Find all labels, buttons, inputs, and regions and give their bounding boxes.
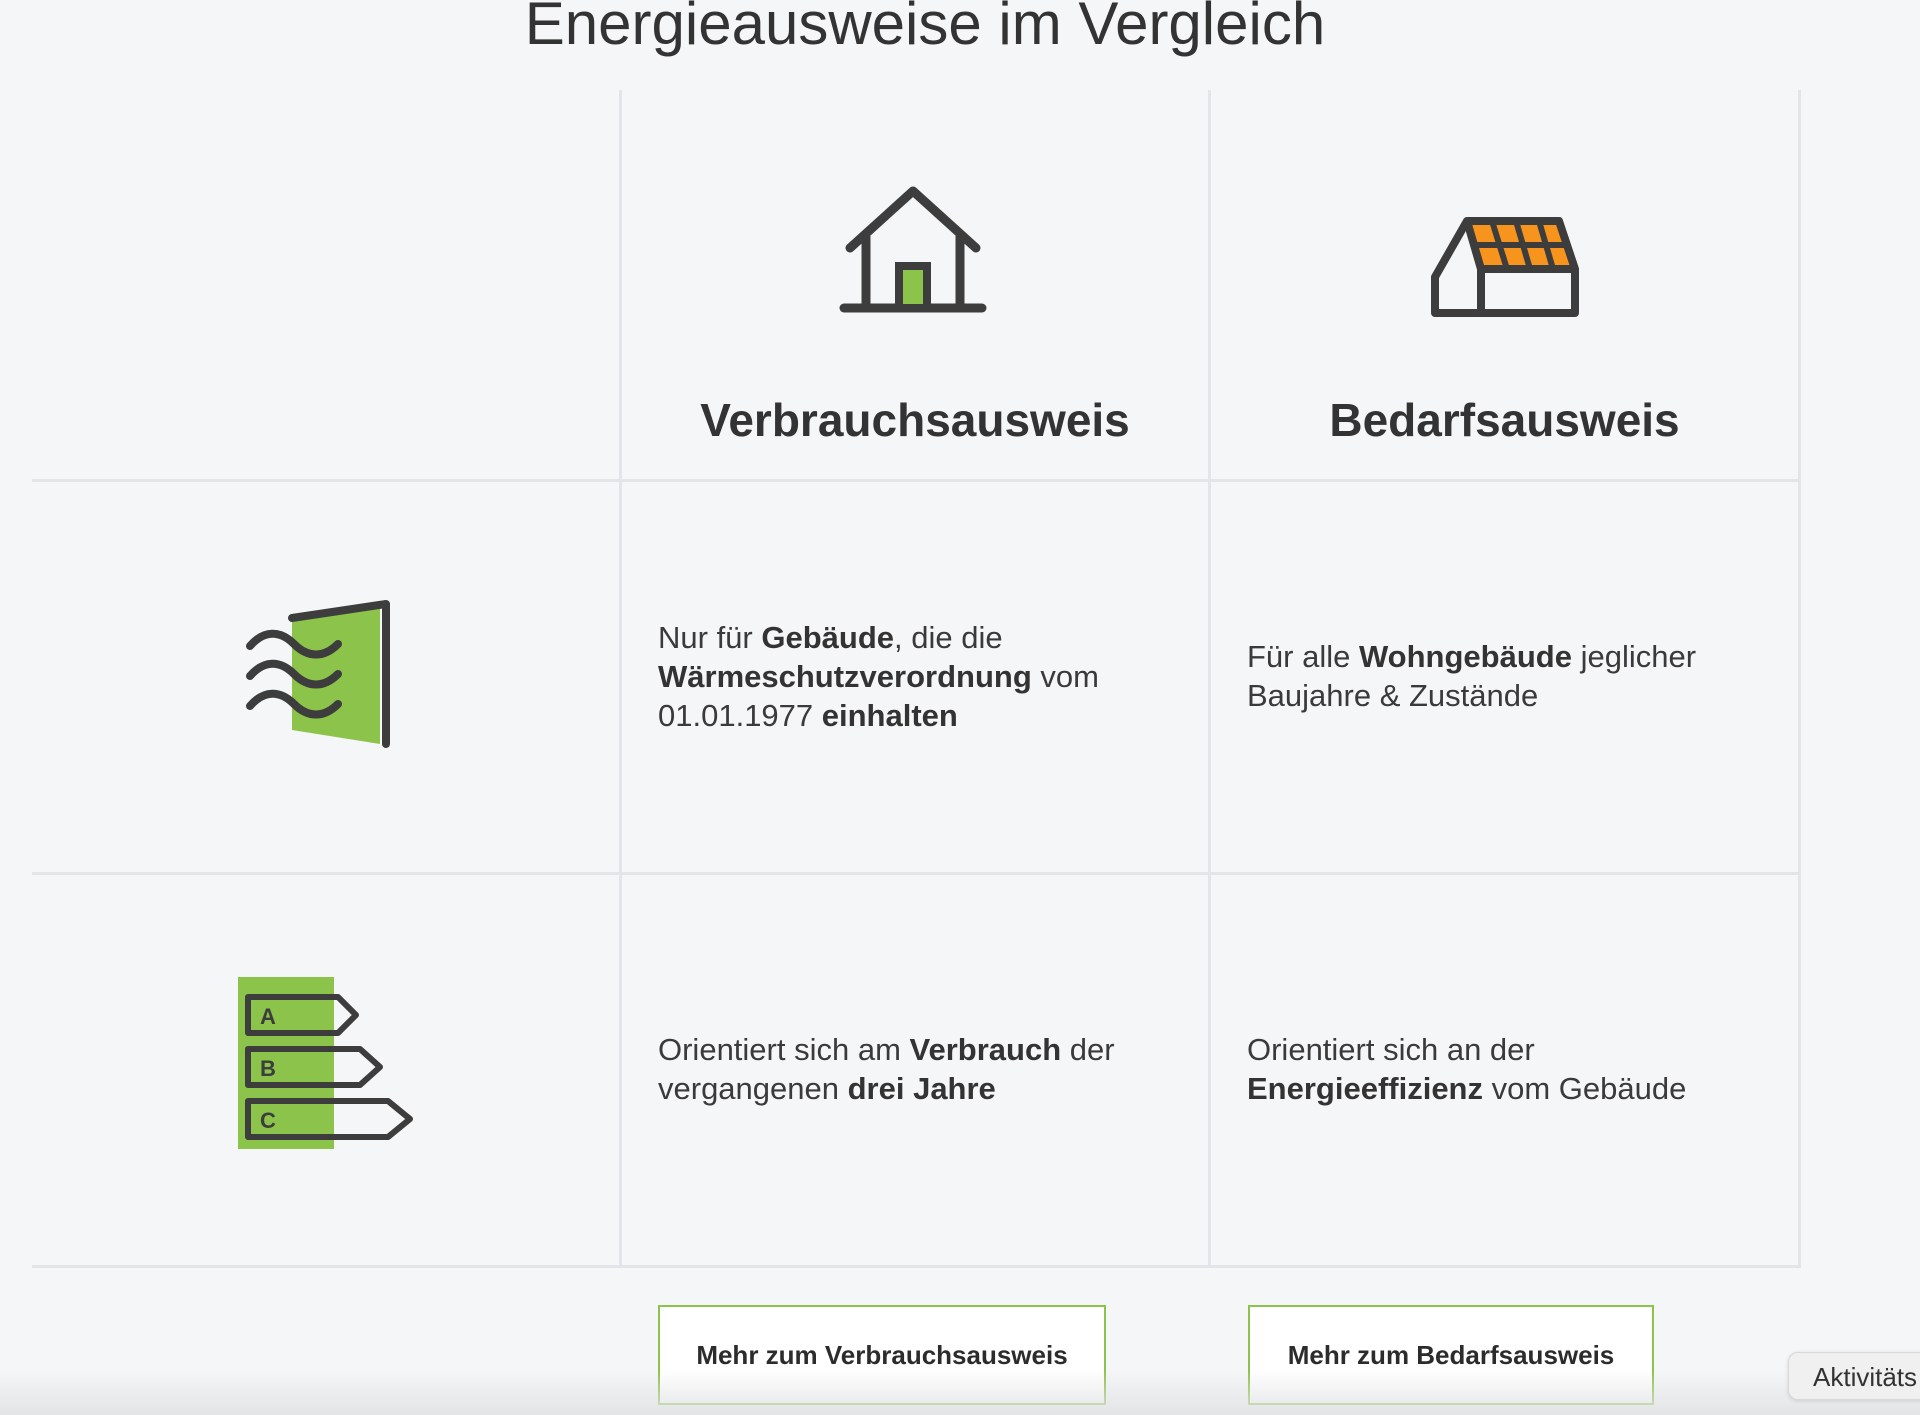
house-icon xyxy=(839,186,987,313)
row2-verbrauch-cell: Orientiert sich am Verbrauch der vergang… xyxy=(622,875,1208,1265)
grid-divider-col-3 xyxy=(1798,90,1801,1268)
row1-bedarf-text: Für alle Wohngebäude jeglicher Baujahre … xyxy=(1247,637,1747,715)
column-title-bedarfsausweis: Bedarfsausweis xyxy=(1329,394,1680,446)
more-verbrauchsausweis-button[interactable]: Mehr zum Verbrauchsausweis xyxy=(658,1305,1106,1405)
row-label-energy-class: A B C xyxy=(32,875,619,1265)
text-segment: Nur für xyxy=(658,620,762,655)
comparison-page: Energieausweise im Vergleich Verbrauchsa… xyxy=(0,0,1920,1415)
text-segment-bold: einhalten xyxy=(821,698,958,733)
row2-bedarf-text: Orientiert sich an der Energieeffizienz … xyxy=(1247,1030,1747,1108)
row2-bedarf-cell: Orientiert sich an der Energieeffizienz … xyxy=(1211,875,1798,1265)
row1-verbrauch-cell: Nur für Gebäude, die die Wärmeschutzvero… xyxy=(622,482,1208,872)
activity-tab[interactable]: Aktivitäts xyxy=(1788,1352,1920,1400)
text-segment-bold: drei Jahre xyxy=(847,1071,996,1106)
text-segment: Orientiert sich am xyxy=(658,1032,910,1067)
text-segment: vom Gebäude xyxy=(1483,1071,1687,1106)
energy-class-b-label: B xyxy=(260,1056,276,1081)
text-segment-bold: Wärmeschutzverordnung xyxy=(658,659,1032,694)
text-segment-bold: Wohngebäude xyxy=(1358,639,1572,674)
column-header-bedarfsausweis: Bedarfsausweis xyxy=(1211,90,1798,479)
text-segment-bold: Gebäude xyxy=(761,620,895,655)
energy-label-icon: A B C xyxy=(238,977,413,1149)
text-segment: Für alle xyxy=(1247,639,1359,674)
more-bedarfsausweis-button[interactable]: Mehr zum Bedarfsausweis xyxy=(1248,1305,1654,1405)
text-segment-bold: Energieeffizienz xyxy=(1247,1071,1483,1106)
text-segment-bold: Verbrauch xyxy=(909,1032,1062,1067)
row-label-insulation xyxy=(32,482,619,872)
insulated-wall-icon xyxy=(246,600,390,748)
page-title: Energieausweise im Vergleich xyxy=(524,0,1326,57)
grid-divider-row-3 xyxy=(32,1265,1801,1268)
energy-class-c-label: C xyxy=(260,1108,276,1133)
row1-verbrauch-text: Nur für Gebäude, die die Wärmeschutzvero… xyxy=(658,618,1168,735)
solar-roof-house-icon xyxy=(1431,217,1579,317)
column-title-verbrauchsausweis: Verbrauchsausweis xyxy=(700,394,1130,446)
column-header-verbrauchsausweis: Verbrauchsausweis xyxy=(622,90,1208,479)
text-segment: , die die xyxy=(894,620,1003,655)
row2-verbrauch-text: Orientiert sich am Verbrauch der vergang… xyxy=(658,1030,1178,1108)
text-segment: Orientiert sich an der xyxy=(1247,1032,1535,1067)
row1-bedarf-cell: Für alle Wohngebäude jeglicher Baujahre … xyxy=(1211,482,1798,872)
energy-class-a-label: A xyxy=(260,1004,276,1029)
